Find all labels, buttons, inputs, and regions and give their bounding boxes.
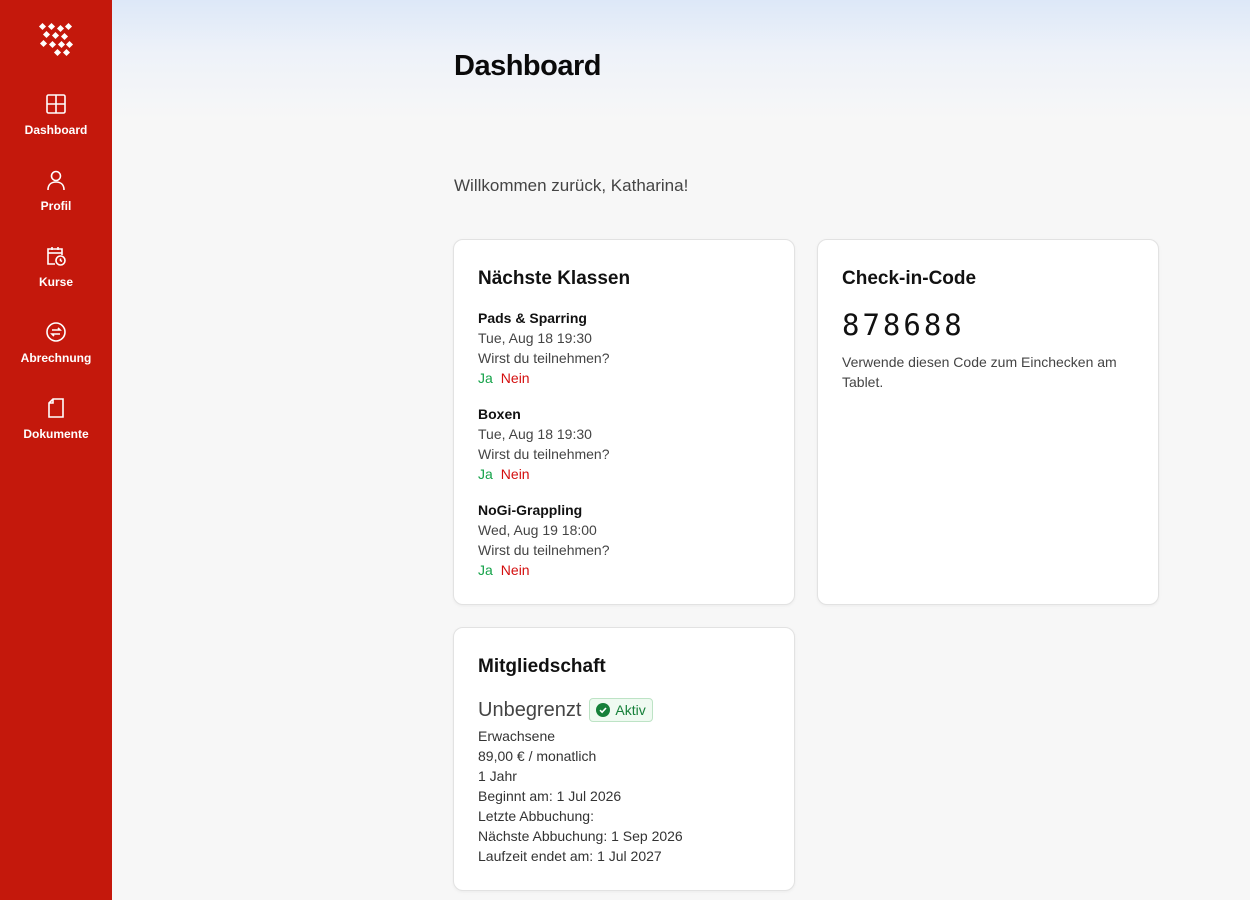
calendar-clock-icon	[47, 247, 66, 266]
member-end-date: Laufzeit endet am: 1 Jul 2027	[478, 848, 662, 864]
member-last-charge: Letzte Abbuchung:	[478, 808, 594, 824]
sidebar-item-label: Kurse	[38, 275, 73, 289]
member-next-charge: Nächste Abbuchung: 1 Sep 2026	[478, 828, 683, 844]
header-background	[112, 0, 1250, 120]
checkin-description: Verwende diesen Code zum Einchecken am T…	[842, 354, 1117, 390]
member-start-date: Beginnt am: 1 Jul 2026	[478, 788, 622, 804]
class-item: Pads & Sparring Tue, Aug 18 19:30 Wirst …	[478, 308, 778, 388]
sidebar-item-label: Dokumente	[23, 427, 89, 441]
checkin-code-card: Check-in-Code 878688 Verwende diesen Cod…	[817, 239, 1159, 605]
sidebar-item-dashboard[interactable]: Dashboard	[0, 93, 112, 163]
user-icon	[47, 170, 65, 191]
rsvp-yes-button[interactable]: Ja	[478, 368, 493, 388]
welcome-message: Willkommen zurück, Katharina!	[454, 176, 689, 195]
class-name: NoGi-Grappling	[478, 502, 583, 518]
billing-icon	[46, 322, 66, 342]
sidebar: Dashboard Profil Kurse Abrechnung Dokume…	[0, 0, 112, 900]
rsvp-row: Ja Nein	[478, 368, 778, 388]
class-time: Wed, Aug 19 18:00	[478, 522, 597, 538]
checkin-code: 878688	[842, 308, 965, 342]
document-icon	[48, 398, 64, 418]
attendance-question: Wirst du teilnehmen?	[478, 542, 610, 558]
attendance-question: Wirst du teilnehmen?	[478, 350, 610, 366]
rsvp-no-button[interactable]: Nein	[501, 368, 530, 388]
sidebar-item-label: Profil	[40, 199, 72, 213]
class-item: Boxen Tue, Aug 18 19:30 Wirst du teilneh…	[478, 404, 778, 484]
sidebar-item-label: Abrechnung	[20, 351, 92, 365]
class-name: Pads & Sparring	[478, 310, 587, 326]
rsvp-no-button[interactable]: Nein	[501, 560, 530, 580]
class-item: NoGi-Grappling Wed, Aug 19 18:00 Wirst d…	[478, 500, 778, 580]
rsvp-row: Ja Nein	[478, 560, 778, 580]
sidebar-item-dokumente[interactable]: Dokumente	[0, 397, 112, 467]
membership-card: Mitgliedschaft Unbegrenzt Aktiv Erwachse…	[453, 627, 795, 891]
card-title: Check-in-Code	[842, 268, 977, 289]
membership-details: Erwachsene 89,00 € / monatlich 1 Jahr Be…	[478, 726, 683, 866]
sidebar-item-abrechnung[interactable]: Abrechnung	[0, 321, 112, 391]
status-badge-label: Aktiv	[615, 702, 646, 718]
card-title: Mitgliedschaft	[478, 656, 606, 677]
sidebar-item-kurse[interactable]: Kurse	[0, 245, 112, 315]
sidebar-item-profil[interactable]: Profil	[0, 169, 112, 239]
card-title: Nächste Klassen	[478, 268, 631, 289]
plan-name: Unbegrenzt	[478, 698, 582, 721]
attendance-question: Wirst du teilnehmen?	[478, 446, 610, 462]
rsvp-yes-button[interactable]: Ja	[478, 464, 493, 484]
member-price: 89,00 € / monatlich	[478, 748, 597, 764]
sidebar-item-label: Dashboard	[24, 123, 88, 137]
page-title: Dashboard	[454, 50, 601, 82]
class-time: Tue, Aug 18 19:30	[478, 426, 592, 442]
status-badge: Aktiv	[589, 698, 653, 722]
member-duration: 1 Jahr	[478, 768, 517, 784]
class-time: Tue, Aug 18 19:30	[478, 330, 592, 346]
rsvp-yes-button[interactable]: Ja	[478, 560, 493, 580]
rsvp-row: Ja Nein	[478, 464, 778, 484]
dashboard-grid-icon	[46, 94, 66, 114]
logo-icon[interactable]	[38, 22, 74, 58]
plan-row: Unbegrenzt Aktiv	[478, 698, 653, 722]
next-classes-card: Nächste Klassen Pads & Sparring Tue, Aug…	[453, 239, 795, 605]
class-name: Boxen	[478, 406, 521, 422]
rsvp-no-button[interactable]: Nein	[501, 464, 530, 484]
check-circle-icon	[596, 703, 611, 717]
member-category: Erwachsene	[478, 728, 556, 744]
